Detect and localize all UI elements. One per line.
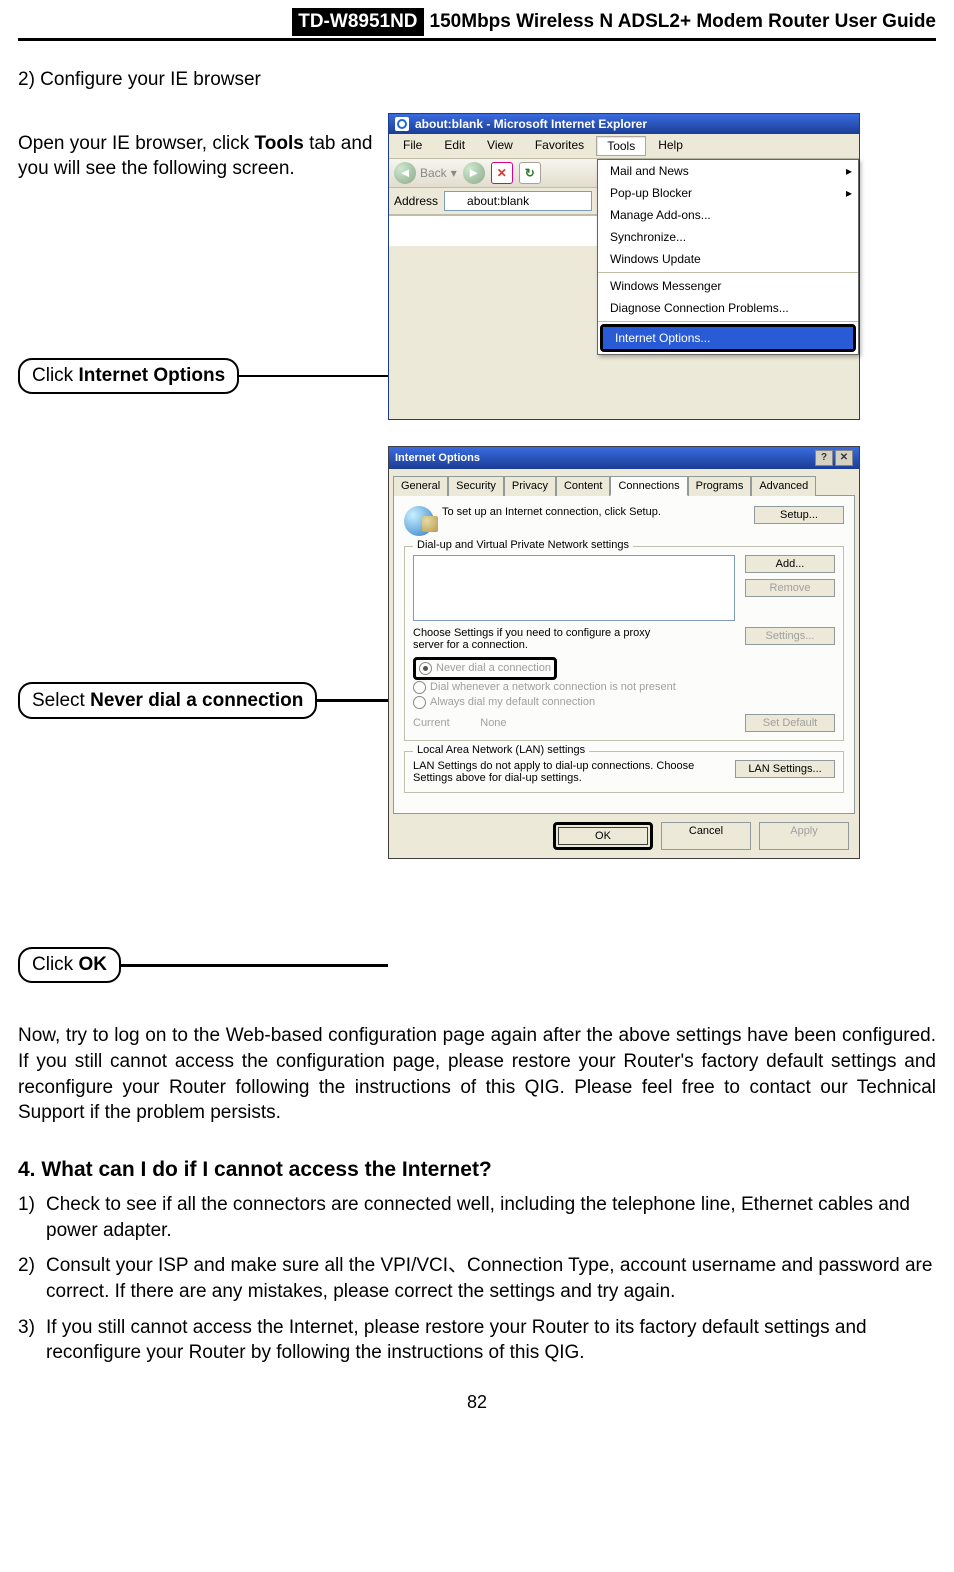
radio-always-dial[interactable]: Always dial my default connection [413, 695, 835, 710]
menu-favorites[interactable]: Favorites [525, 136, 594, 156]
address-label: Address [394, 194, 438, 208]
menu-item-diag[interactable]: Diagnose Connection Problems... [598, 297, 858, 319]
address-field[interactable]: about:blank [444, 191, 592, 211]
internet-options-dialog: Internet Options ?✕ General Security Pri… [388, 446, 860, 859]
tab-programs[interactable]: Programs [688, 476, 752, 496]
callout-ok: Click OK [18, 947, 121, 983]
list-text: Consult your ISP and make sure all the V… [46, 1253, 936, 1304]
step-2-label: 2) Configure your IE browser [18, 67, 936, 93]
list-number: 1) [18, 1192, 46, 1243]
tab-content[interactable]: Content [556, 476, 611, 496]
proxy-text: Choose Settings if you need to configure… [413, 627, 683, 651]
ie-toolbar: ◄Back ▾ ► ✕ ↻ [389, 159, 597, 188]
callout-internet-options: Click Internet Options [18, 358, 239, 394]
callout-connector-3 [121, 964, 388, 967]
forward-button[interactable]: ► [463, 162, 485, 184]
menu-tools[interactable]: Tools [596, 136, 646, 156]
guide-title: 150Mbps Wireless N ADSL2+ Modem Router U… [430, 8, 936, 36]
io-tabs: General Security Privacy Content Connect… [389, 469, 859, 495]
menu-help[interactable]: Help [648, 136, 693, 156]
tab-connections[interactable]: Connections [610, 476, 687, 496]
list-text: If you still cannot access the Internet,… [46, 1315, 936, 1366]
address-bar: Address about:blank [389, 188, 597, 215]
ie-menubar: File Edit View Favorites Tools Help [389, 134, 859, 159]
callout-never-dial: Select Never dial a connection [18, 682, 317, 720]
list-item-1: 1) Check to see if all the connectors ar… [18, 1192, 936, 1243]
intro-text-b: Tools [255, 133, 304, 154]
back-button[interactable]: ◄Back ▾ [394, 162, 457, 184]
section-4-heading: 4. What can I do if I cannot access the … [18, 1158, 936, 1182]
ie-titlebar: about:blank - Microsoft Internet Explore… [389, 114, 859, 134]
model-badge: TD-W8951ND [292, 8, 423, 36]
highlight-ok: OK [553, 822, 653, 850]
radio-dot [413, 681, 426, 694]
list-text: Check to see if all the connectors are c… [46, 1192, 936, 1243]
page-number: 82 [18, 1392, 936, 1413]
menu-item-addons[interactable]: Manage Add-ons... [598, 204, 858, 226]
refresh-button[interactable]: ↻ [519, 162, 541, 184]
list-item-2: 2) Consult your ISP and make sure all th… [18, 1253, 936, 1304]
page-header: TD-W8951ND 150Mbps Wireless N ADSL2+ Mod… [18, 8, 936, 41]
menu-item-internet-options[interactable]: Internet Options... [603, 327, 853, 349]
ie-content-area [389, 215, 597, 246]
menu-item-sync[interactable]: Synchronize... [598, 226, 858, 248]
menu-item-wu[interactable]: Windows Update [598, 248, 858, 270]
tab-privacy[interactable]: Privacy [504, 476, 556, 496]
radio-dot [413, 696, 426, 709]
list-item-3: 3) If you still cannot access the Intern… [18, 1315, 936, 1366]
help-button[interactable]: ? [815, 450, 833, 466]
tools-dropdown: Mail and News Pop-up Blocker Manage Add-… [597, 159, 859, 355]
setup-button[interactable]: Setup... [754, 506, 844, 524]
highlight-internet-options: Internet Options... [600, 324, 856, 352]
globe-icon [404, 506, 434, 536]
settings-button[interactable]: Settings... [745, 627, 835, 645]
address-value: about:blank [467, 194, 529, 208]
intro-paragraph: Open your IE browser, click Tools tab an… [18, 131, 388, 182]
ie-window: about:blank - Microsoft Internet Explore… [388, 113, 860, 420]
tab-general[interactable]: General [393, 476, 448, 496]
tab-advanced[interactable]: Advanced [751, 476, 816, 496]
remove-button[interactable]: Remove [745, 579, 835, 597]
group-dialup-title: Dial-up and Virtual Private Network sett… [413, 539, 633, 551]
group-lan-title: Local Area Network (LAN) settings [413, 744, 589, 756]
io-title-text: Internet Options [395, 452, 480, 464]
current-label: Current [413, 717, 450, 729]
ie-title-text: about:blank - Microsoft Internet Explore… [415, 117, 647, 131]
menu-item-mail[interactable]: Mail and News [598, 160, 858, 182]
callout-connector-2 [317, 699, 388, 702]
setup-text: To set up an Internet connection, click … [442, 506, 661, 518]
io-footer: OK Cancel Apply [389, 814, 859, 858]
menu-item-popup[interactable]: Pop-up Blocker [598, 182, 858, 204]
page-icon [449, 194, 463, 208]
list-number: 2) [18, 1253, 46, 1304]
cancel-button[interactable]: Cancel [661, 822, 751, 850]
list-number: 3) [18, 1315, 46, 1366]
set-default-button[interactable]: Set Default [745, 714, 835, 732]
lan-settings-button[interactable]: LAN Settings... [735, 760, 835, 778]
radio-dot-checked [419, 662, 432, 675]
group-lan: Local Area Network (LAN) settings LAN Se… [404, 751, 844, 793]
menu-edit[interactable]: Edit [434, 136, 475, 156]
ie-icon [395, 117, 409, 131]
menu-file[interactable]: File [393, 136, 432, 156]
radio-dial-whenever[interactable]: Dial whenever a network connection is no… [413, 680, 835, 695]
tab-security[interactable]: Security [448, 476, 504, 496]
apply-button[interactable]: Apply [759, 822, 849, 850]
callout-connector [239, 375, 388, 378]
stop-button[interactable]: ✕ [491, 162, 513, 184]
current-value: None [480, 717, 506, 729]
radio-never-dial[interactable]: Never dial a connection [419, 661, 551, 676]
intro-text-a: Open your IE browser, click [18, 133, 255, 154]
ok-button[interactable]: OK [558, 827, 648, 845]
lan-text: LAN Settings do not apply to dial-up con… [413, 760, 703, 784]
close-button[interactable]: ✕ [835, 450, 853, 466]
io-titlebar: Internet Options ?✕ [389, 447, 859, 469]
menu-view[interactable]: View [477, 136, 523, 156]
dialup-listbox[interactable] [413, 555, 735, 621]
menu-item-wm[interactable]: Windows Messenger [598, 275, 858, 297]
add-button[interactable]: Add... [745, 555, 835, 573]
highlight-never-dial: Never dial a connection [413, 657, 557, 680]
group-dialup: Dial-up and Virtual Private Network sett… [404, 546, 844, 741]
post-config-paragraph: Now, try to log on to the Web-based conf… [18, 1023, 936, 1126]
